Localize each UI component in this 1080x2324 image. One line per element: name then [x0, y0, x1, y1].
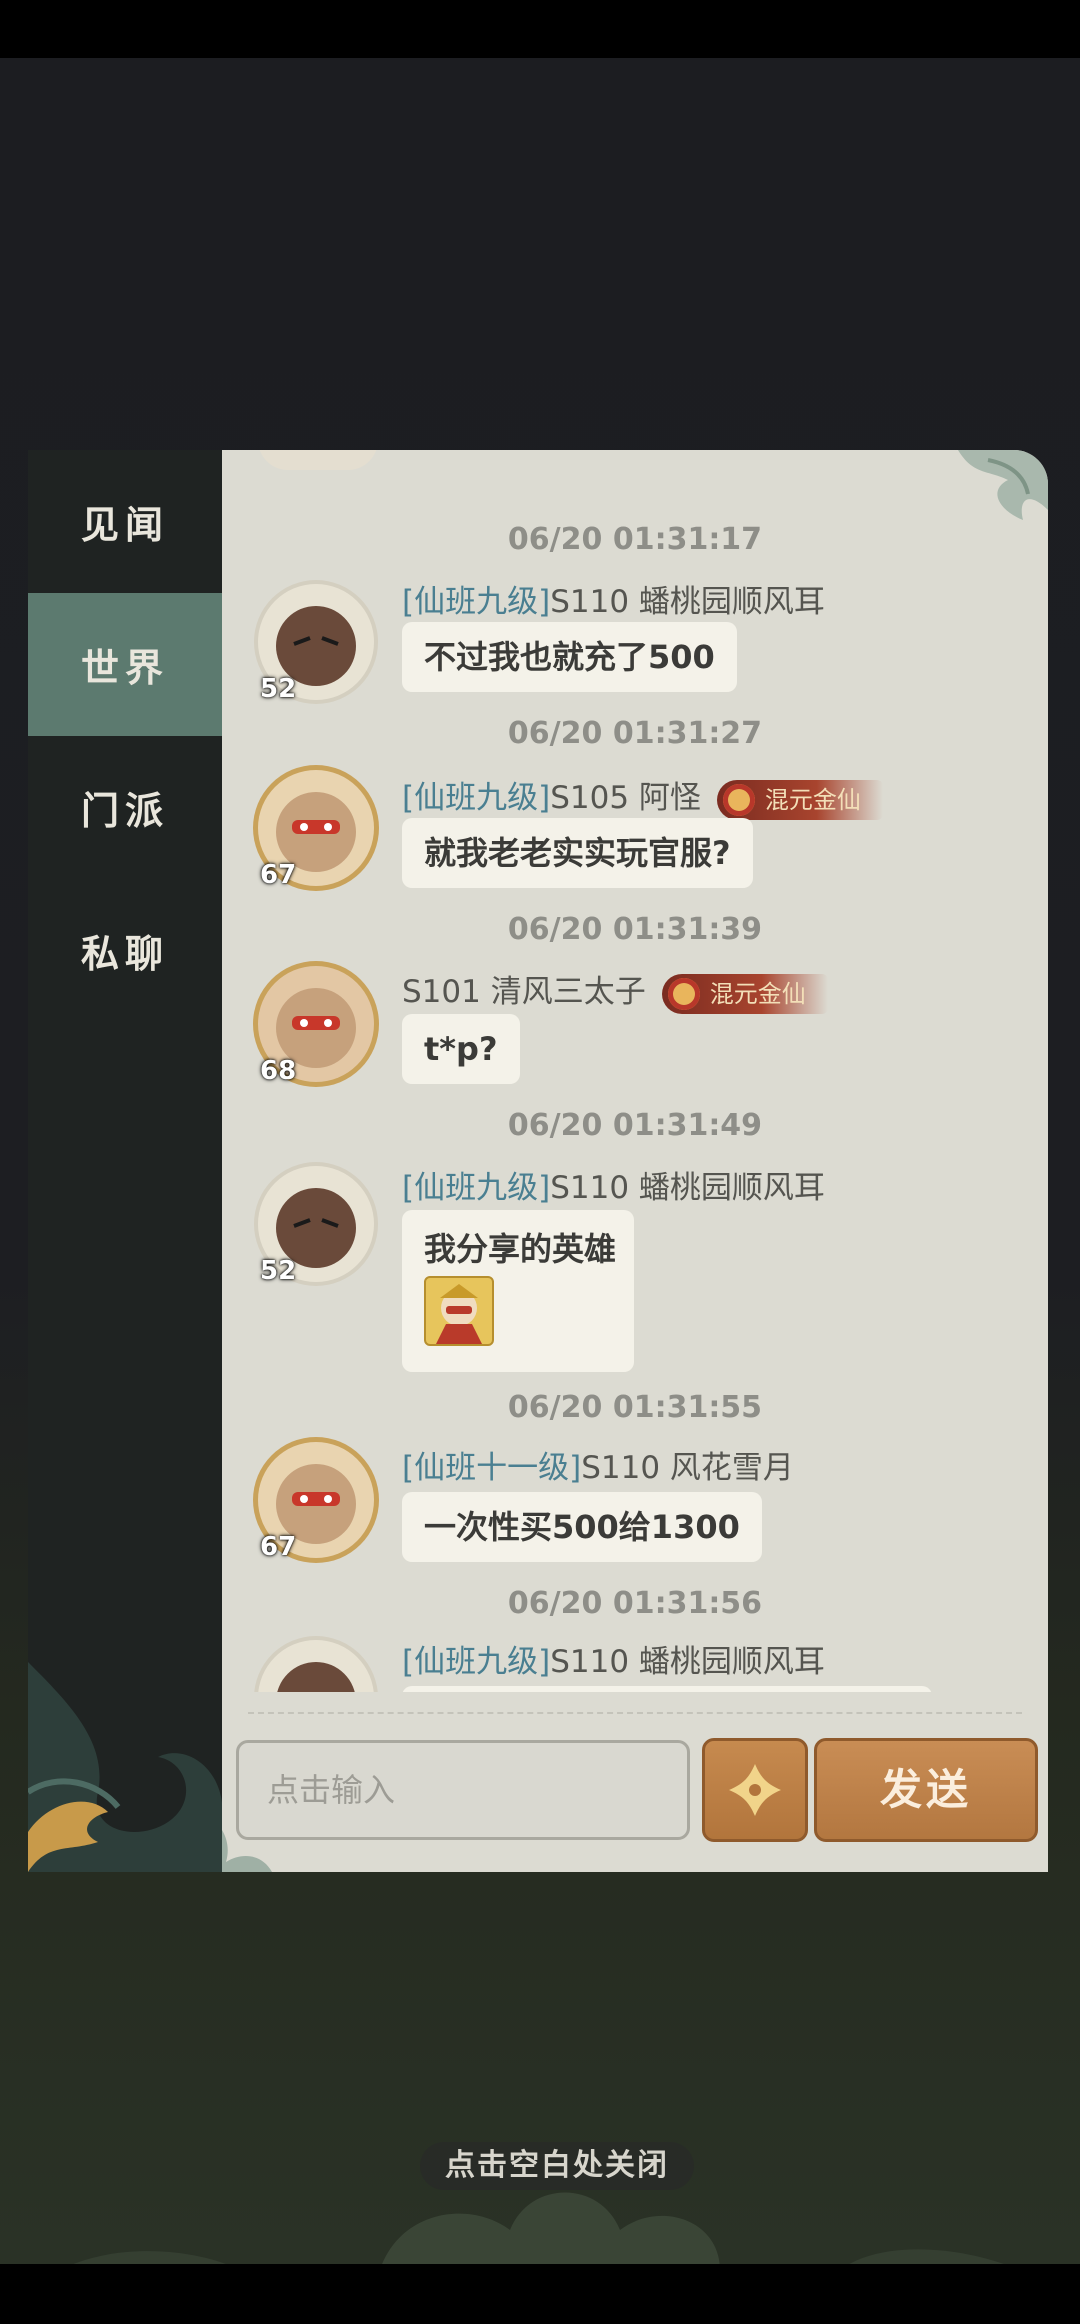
message-bubble[interactable]: t*p? [402, 1014, 520, 1084]
message-bubble[interactable]: 不过我也就充了500 [402, 622, 737, 692]
message-bubble[interactable]: 就我老老实实玩官服? [402, 818, 753, 888]
flower-icon [729, 1764, 781, 1816]
message-bubble[interactable]: 一次性买500给1300 [402, 1492, 762, 1562]
chat-panel: 见闻 世界 门派 私聊 06/20 01:31:17 52 [仙班九级]S110… [28, 450, 1048, 1872]
tab-private-label: 私聊 [80, 931, 169, 976]
tab-news-label: 见闻 [80, 502, 169, 547]
sender-name[interactable]: [仙班九级]S110 蟠桃园顺风耳 [402, 1162, 825, 1207]
message-bubble[interactable]: 我分享的英雄 [402, 1210, 634, 1372]
chat-input[interactable]: 点击输入 [236, 1740, 690, 1840]
avatar-face [293, 1218, 339, 1228]
tab-world-label: 世界 [80, 645, 169, 690]
sender-name[interactable]: S101 清风三太子 混元金仙 [402, 966, 828, 1014]
sender-label: S110 风花雪月 [581, 1450, 794, 1486]
tab-private[interactable]: 私聊 [28, 879, 222, 1022]
title-badge: 混元金仙 [716, 779, 883, 820]
message-timestamp: 06/20 01:31:56 [507, 1586, 763, 1621]
sender-label: S110 蟠桃园顺风耳 [550, 584, 825, 620]
send-button[interactable]: 发送 [814, 1738, 1038, 1842]
message-text: 我分享的英雄 [424, 1230, 617, 1268]
sender-name[interactable]: [仙班九级]S110 蟠桃园顺风耳 [402, 1636, 825, 1681]
sender-rank: [仙班九级] [402, 780, 551, 816]
message-timestamp: 06/20 01:31:49 [507, 1108, 763, 1143]
sender-rank: [仙班九级] [402, 584, 551, 620]
message-timestamp: 06/20 01:31:39 [507, 912, 763, 947]
divider [248, 1712, 1022, 1714]
message-list[interactable]: 06/20 01:31:17 52 [仙班九级]S110 蟠桃园顺风耳 不过我也… [222, 450, 1048, 1692]
avatar-face [292, 1016, 340, 1030]
tab-world[interactable]: 世界 [28, 593, 222, 736]
emoji-button[interactable] [702, 1738, 808, 1842]
tab-sect[interactable]: 门派 [28, 736, 222, 879]
level-badge: 52 [260, 1256, 297, 1286]
avatar[interactable]: 67 [254, 766, 378, 890]
status-bar [0, 0, 1080, 58]
chat-content: 06/20 01:31:17 52 [仙班九级]S110 蟠桃园顺风耳 不过我也… [222, 450, 1048, 1872]
avatar[interactable]: 67 [254, 1438, 378, 1562]
sender-rank: [仙班十一级] [402, 1450, 582, 1486]
avatar-face [292, 1492, 340, 1506]
sender-name[interactable]: [仙班十一级]S110 风花雪月 [402, 1442, 794, 1487]
level-badge: 67 [260, 1532, 297, 1562]
shared-hero-thumbnail[interactable] [424, 1276, 494, 1346]
level-badge: 68 [260, 1056, 297, 1086]
message-timestamp: 06/20 01:31:17 [507, 522, 763, 557]
tab-sect-label: 门派 [80, 788, 169, 833]
level-badge: 52 [260, 674, 297, 704]
sender-name[interactable]: [仙班九级]S110 蟠桃园顺风耳 [402, 576, 825, 621]
sender-label: S110 蟠桃园顺风耳 [550, 1170, 825, 1206]
swirl-decoration [28, 1662, 222, 1872]
sender-name[interactable]: [仙班九级]S105 阿怪 混元金仙 [402, 772, 883, 820]
sender-rank: [仙班九级] [402, 1644, 551, 1680]
avatar[interactable]: 52 [254, 580, 378, 704]
channel-sidebar: 见闻 世界 门派 私聊 [28, 450, 224, 1872]
message-timestamp: 06/20 01:31:27 [507, 716, 763, 751]
sender-label: S110 蟠桃园顺风耳 [550, 1644, 825, 1680]
message-bubble[interactable] [402, 1686, 932, 1692]
level-badge: 67 [260, 860, 297, 890]
avatar-face [292, 820, 340, 834]
sender-rank: [仙班九级] [402, 1170, 551, 1206]
sender-label: S105 阿怪 [550, 780, 701, 816]
sender-label: S101 清风三太子 [402, 974, 646, 1010]
corner-decoration [222, 1830, 272, 1872]
avatar[interactable]: 52 [254, 1162, 378, 1286]
message-timestamp: 06/20 01:31:55 [507, 1390, 763, 1425]
close-hint[interactable]: 点击空白处关闭 [420, 2142, 694, 2190]
avatar [258, 450, 378, 470]
navigation-bar [0, 2264, 1080, 2324]
avatar-face [293, 636, 339, 646]
tab-news[interactable]: 见闻 [28, 450, 222, 593]
avatar[interactable] [254, 1636, 378, 1692]
title-badge: 混元金仙 [661, 973, 828, 1014]
hero-portrait-icon [436, 1284, 482, 1344]
avatar[interactable]: 68 [254, 962, 378, 1086]
